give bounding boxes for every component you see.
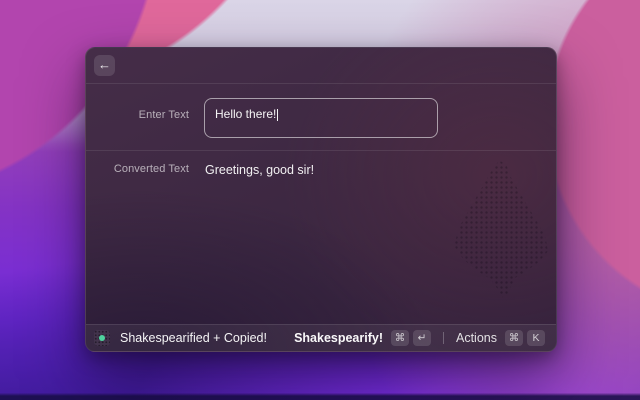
statusbar-actions: Shakespearify! ⌘ ↵ Actions ⌘ K: [291, 328, 548, 348]
cmd-key-badge: ⌘: [391, 330, 409, 346]
green-dot-icon: [99, 335, 105, 341]
text-cursor: [277, 109, 279, 121]
enter-text-value: Hello there!: [215, 107, 277, 121]
converted-text-value: Greetings, good sir!: [205, 163, 315, 177]
enter-text-row: Enter Text Hello there!: [86, 98, 556, 138]
actions-menu-label: Actions: [456, 331, 497, 345]
enter-text-label: Enter Text: [138, 109, 189, 121]
shakespearify-action-button[interactable]: Shakespearify! ⌘ ↵: [291, 328, 434, 348]
back-button[interactable]: ←: [94, 55, 115, 76]
extension-icon: [94, 330, 110, 346]
shakespearify-window: ← Enter Text Hello there! Converted Text…: [85, 47, 557, 352]
actions-menu-button[interactable]: Actions ⌘ K: [453, 328, 548, 348]
k-key-badge: K: [527, 330, 545, 346]
enter-text-input[interactable]: Hello there!: [204, 98, 438, 138]
status-bar: Shakespearified + Copied! Shakespearify!…: [86, 324, 556, 351]
converted-text-row: Converted Text Greetings, good sir!: [86, 151, 556, 177]
enter-key-badge: ↵: [413, 330, 431, 346]
statusbar-separator: [443, 332, 444, 344]
back-arrow-icon: ←: [98, 57, 111, 72]
status-message: Shakespearified + Copied!: [120, 331, 267, 345]
cmd-key-badge: ⌘: [505, 330, 523, 346]
shakespearify-action-label: Shakespearify!: [294, 331, 383, 345]
window-body: Enter Text Hello there! Converted Text G…: [86, 84, 556, 324]
converted-text-label: Converted Text: [113, 163, 189, 175]
window-header: ←: [86, 48, 556, 84]
quill-watermark-icon: [454, 160, 548, 298]
